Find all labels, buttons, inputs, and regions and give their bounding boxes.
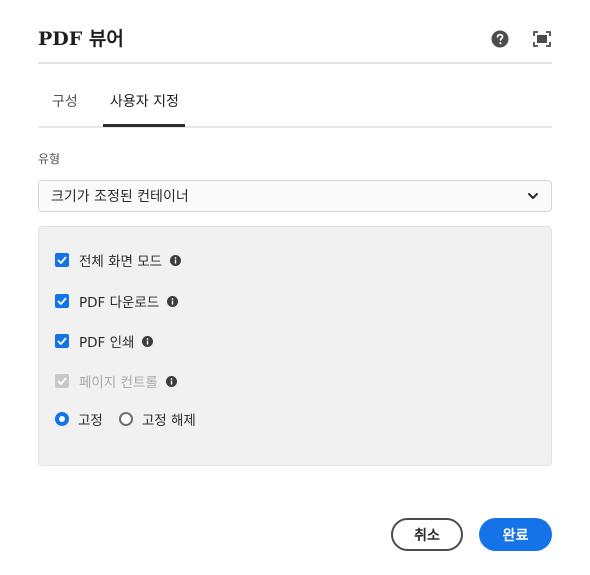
unfixed-radio[interactable]: [118, 412, 133, 426]
fullscreen-mode-checkbox[interactable]: [55, 253, 69, 267]
info-icon[interactable]: [165, 375, 177, 387]
done-button[interactable]: 완료: [479, 518, 552, 551]
option-pdf-print: PDF 인쇄: [55, 331, 154, 351]
fixed-label: 고정: [78, 413, 103, 429]
dialog-title-latin: PDF: [38, 28, 83, 50]
page-controls-checkbox: [55, 374, 69, 388]
help-icon[interactable]: [490, 29, 510, 49]
type-label: 유형: [38, 152, 61, 166]
tab-configuration[interactable]: 구성: [52, 91, 78, 111]
pdf-print-label: PDF 인쇄: [79, 335, 135, 351]
dialog-title-hangul: 뷰어: [88, 28, 124, 50]
pdf-viewer-dialog: PDF 뷰어 구성 사용자 지정 유형 크기가 조정된 컨테이너 전체 화면 모…: [0, 0, 590, 575]
type-select[interactable]: 크기가 조정된 컨테이너: [38, 180, 552, 212]
radio-option-fixed[interactable]: 고정: [55, 409, 103, 429]
chevron-down-icon: [527, 190, 539, 206]
page-controls-label: 페이지 컨트롤: [79, 375, 158, 391]
pdf-download-checkbox[interactable]: [55, 294, 69, 308]
cancel-button[interactable]: 취소: [391, 518, 463, 551]
unfixed-label: 고정 해제: [141, 413, 196, 429]
pdf-download-label: PDF 다운로드: [79, 295, 160, 311]
pin-radio-group: 고정 고정 해제: [55, 409, 212, 429]
tab-selected-indicator: [103, 124, 185, 127]
type-select-value: 크기가 조정된 컨테이너: [51, 189, 189, 205]
options-panel: 전체 화면 모드 PDF 다운로드 PDF 인쇄 페이지 컨트롤 고정 고정 해…: [38, 226, 552, 466]
header-divider: [38, 62, 552, 64]
radio-option-unfixed[interactable]: 고정 해제: [118, 409, 196, 429]
option-page-controls: 페이지 컨트롤: [55, 371, 177, 391]
tab-bar: 구성 사용자 지정: [38, 84, 552, 128]
option-fullscreen-mode: 전체 화면 모드: [55, 250, 182, 270]
dialog-title: PDF 뷰어: [38, 24, 124, 51]
tab-customize[interactable]: 사용자 지정: [110, 91, 179, 111]
fixed-radio[interactable]: [55, 412, 69, 426]
option-pdf-download: PDF 다운로드: [55, 291, 179, 311]
fullscreen-icon[interactable]: [532, 29, 552, 49]
info-icon[interactable]: [170, 254, 182, 266]
pdf-print-checkbox[interactable]: [55, 334, 69, 348]
fullscreen-mode-label: 전체 화면 모드: [79, 254, 163, 270]
info-icon[interactable]: [142, 335, 154, 347]
info-icon[interactable]: [167, 295, 179, 307]
